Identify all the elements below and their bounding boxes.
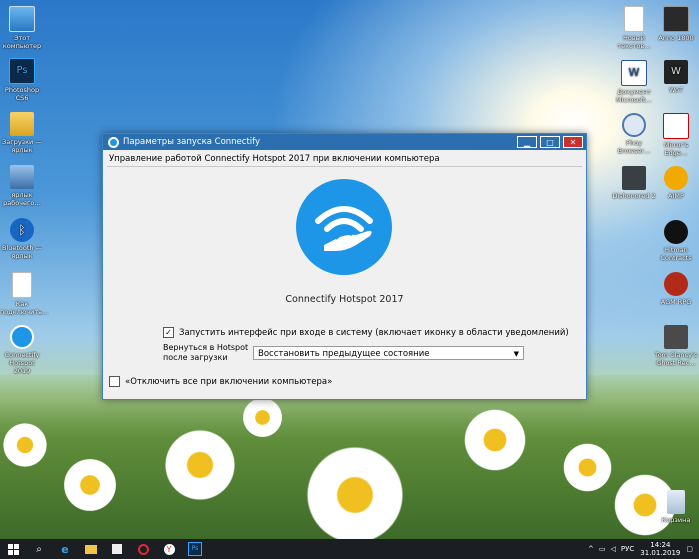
game-icon [622,166,646,190]
return-state-select[interactable]: Восстановить предыдущее состояние ▼ [253,346,524,360]
desktop-icon-mirrors-edge[interactable]: Mirror's Edge… [654,113,698,157]
desktop-icon-document[interactable]: Как подключить… [0,272,48,316]
taskbar-clock[interactable]: 14:24 31.01.2019 [640,541,680,557]
daisy-decoration [0,420,50,470]
product-name: Connectify Hotspot 2017 [285,294,404,305]
disable-all-option[interactable]: «Отключить все при включении компьютера» [109,376,332,387]
desktop-icon-connectify[interactable]: Connectify Hotspot 2019 [0,325,44,375]
taskbar-edge[interactable]: e [52,539,78,559]
close-button[interactable]: ✕ [563,136,583,148]
daisy-decoration [560,440,615,495]
photoshop-icon: Ps [9,58,35,84]
game-icon [664,325,688,349]
tray-chevron-icon[interactable]: ^ [588,545,594,553]
clock-date: 31.01.2019 [640,549,681,557]
notifications-icon[interactable]: ▢ [686,545,693,553]
return-to-hotspot-label: Вернуться в Hotspot после загрузки [163,343,249,362]
game-icon [664,272,688,296]
disable-all-checkbox[interactable] [109,376,120,387]
daisy-decoration [240,395,285,440]
aimp-icon [664,166,688,190]
heading-divider [107,166,582,167]
opera-icon [137,543,149,555]
desktop-icon-aimp[interactable]: AIMP [654,166,698,200]
launch-at-login-option[interactable]: ✓ Запустить интерфейс при входе в систем… [163,327,569,338]
desktop-icon-hitman[interactable]: Hitman Contracts [654,220,698,262]
game-icon: W [664,60,688,84]
daisy-decoration [160,425,240,505]
connectify-logo-icon [296,179,392,275]
daisy-decoration [300,440,410,550]
connectify-app-icon [108,136,119,148]
word-icon: W [621,60,647,86]
return-state-value: Восстановить предыдущее состояние [258,349,430,359]
minimize-button[interactable]: ▁ [517,136,537,148]
edge-browser-icon: e [61,542,69,556]
game-icon [663,113,689,139]
game-icon [663,6,689,32]
volume-icon[interactable]: ◁ [611,545,616,553]
desktop-icon-text-file[interactable]: Новый текстов… [612,6,656,50]
taskbar-store[interactable] [104,539,130,559]
store-bag-icon [112,544,122,554]
dialog-heading: Управление работой Connectify Hotspot 20… [109,154,440,164]
desktop-icon-photoshop[interactable]: Ps Photoshop CS6 [0,58,44,102]
daisy-decoration [60,455,120,515]
taskbar-yandex[interactable]: Y [156,539,182,559]
taskbar: ⌕ e Y Ps ^ ▭ ◁ РУС 14:24 31.01.2019 ▢ [0,539,699,559]
system-tray: ^ ▭ ◁ РУС 14:24 31.01.2019 ▢ [588,541,699,557]
browser-icon [622,113,646,137]
yandex-browser-icon: Y [163,543,175,555]
desktop-icon-word-doc[interactable]: W Документ Microsoft… [612,60,656,104]
desktop-icon-agm[interactable]: AGM RPG [654,272,698,306]
launch-at-login-label: Запустить интерфейс при входе в систему … [179,327,569,338]
desktop-icon-wot[interactable]: W WoT [654,60,698,94]
desktop-icon-ghost-recon[interactable]: Tom Clancy's Ghost Rec… [654,325,698,367]
disable-all-label: «Отключить все при включении компьютера» [125,376,333,387]
start-button[interactable] [0,539,26,559]
maximize-button[interactable]: □ [540,136,560,148]
desktop-icon-recycle-bin[interactable]: Корзина [654,490,698,524]
desktop-icon-bluetooth[interactable]: ᛒ Bluetooth — ярлык [0,218,44,260]
folder-icon [85,544,97,554]
desktop-icon-this-pc[interactable]: Этот компьютер [0,6,44,50]
recycle-bin-icon [667,490,685,514]
dialog-title-bar[interactable]: Параметры запуска Connectify ▁ □ ✕ [103,134,586,150]
shortcut-icon [10,165,34,189]
desktop-icon-dishonored[interactable]: Dishonored 2 [612,166,656,200]
photoshop-icon: Ps [188,542,202,556]
search-icon: ⌕ [36,543,42,555]
bluetooth-icon: ᛒ [10,218,34,242]
game-icon [664,220,688,244]
connectify-settings-dialog: Параметры запуска Connectify ▁ □ ✕ Управ… [102,133,587,400]
desktop-icon-browser[interactable]: Phoy Browser… [612,113,656,155]
network-icon[interactable]: ▭ [599,545,606,553]
downloads-icon [10,112,34,136]
desktop-icon-downloads[interactable]: Загрузки — ярлык [0,112,44,154]
taskbar-file-explorer[interactable] [78,539,104,559]
dropdown-arrow-icon: ▼ [513,350,519,358]
dialog-title: Параметры запуска Connectify [123,137,261,147]
computer-icon [9,6,35,32]
connectify-icon [10,325,34,349]
taskbar-photoshop[interactable]: Ps [182,539,208,559]
launch-at-login-checkbox[interactable]: ✓ [163,327,174,338]
taskbar-opera[interactable] [130,539,156,559]
clock-time: 14:24 [650,541,671,549]
desktop-icon-shortcut[interactable]: ярлык рабочего… [0,165,44,207]
daisy-decoration [460,405,530,475]
text-file-icon [624,6,644,32]
search-button[interactable]: ⌕ [26,539,52,559]
language-indicator[interactable]: РУС [621,545,634,553]
windows-logo-icon [7,543,19,555]
document-icon [12,272,32,298]
desktop-icon-anno[interactable]: Anno 1800 [654,6,698,42]
